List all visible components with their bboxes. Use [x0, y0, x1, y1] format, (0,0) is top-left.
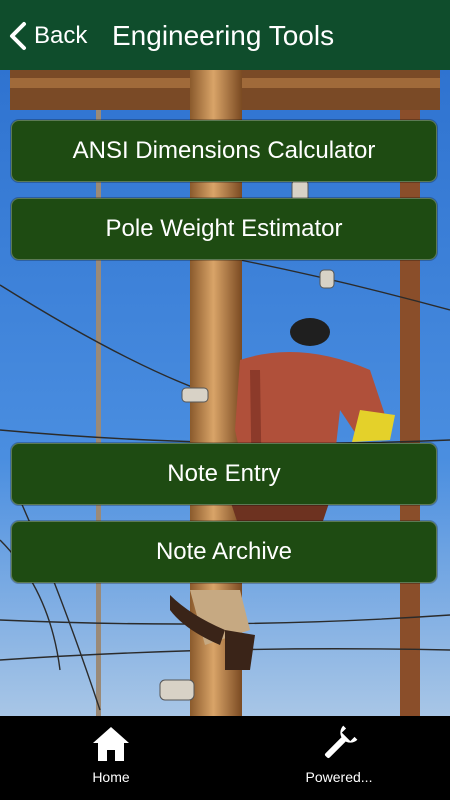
tab-powered[interactable]: Powered...: [269, 716, 409, 800]
note-entry-button[interactable]: Note Entry: [11, 443, 437, 505]
chevron-left-icon: [10, 22, 26, 50]
tab-powered-label: Powered...: [305, 769, 373, 785]
pole-weight-estimator-button[interactable]: Pole Weight Estimator: [11, 198, 437, 260]
app-header: Back Engineering Tools: [0, 0, 450, 70]
tab-home-label: Home: [92, 769, 130, 785]
bottom-tab-bar: Home Powered...: [0, 716, 450, 800]
tab-home[interactable]: Home: [41, 716, 181, 800]
home-icon: [93, 727, 129, 761]
page-title: Engineering Tools: [112, 20, 335, 51]
back-button[interactable]: Back: [8, 18, 87, 54]
back-label: Back: [34, 22, 88, 49]
note-archive-button[interactable]: Note Archive: [11, 521, 437, 583]
wrench-icon: [324, 725, 358, 759]
ansi-dimensions-calculator-button[interactable]: ANSI Dimensions Calculator: [11, 120, 437, 182]
